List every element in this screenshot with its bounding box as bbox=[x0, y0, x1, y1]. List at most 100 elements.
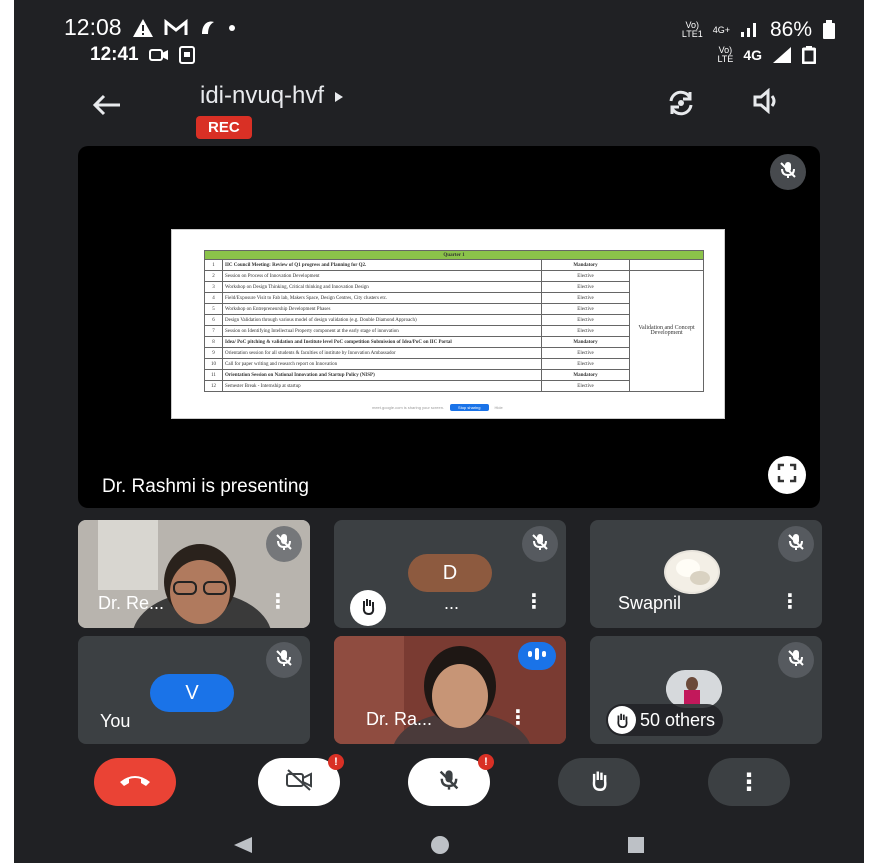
participant-name: ... bbox=[444, 593, 460, 613]
recording-badge: REC bbox=[196, 116, 252, 139]
participant-tile-others[interactable]: 50 others bbox=[590, 636, 822, 744]
share-notice-text: meet.google.com is sharing your screen. bbox=[372, 405, 445, 410]
fullscreen-icon bbox=[777, 463, 797, 488]
volte-icon: Vo) LTE1 bbox=[682, 21, 703, 39]
row-num: 10 bbox=[204, 358, 223, 370]
row-category: Elective bbox=[541, 292, 630, 304]
table-row: 1 IIC Council Meeting: Review of Q1 progr… bbox=[204, 259, 704, 271]
table-row: 12 Semester Break - Internship at startup… bbox=[204, 380, 704, 392]
end-call-button[interactable] bbox=[94, 758, 176, 806]
meeting-title[interactable]: idi-nvuq-hvf bbox=[200, 82, 344, 110]
row-category: Elective bbox=[541, 380, 630, 392]
participant-name: Dr. Re... bbox=[98, 593, 165, 613]
row-category: Elective bbox=[541, 325, 630, 337]
mic-warning-badge: ! bbox=[478, 754, 494, 770]
hide-button[interactable]: Hide bbox=[495, 405, 503, 410]
more-options-icon: ⋮ bbox=[737, 768, 761, 796]
others-count: 50 others bbox=[640, 709, 716, 730]
row-num: 4 bbox=[204, 292, 223, 304]
row-title: Session on Identifying Intellectual Prop… bbox=[222, 325, 542, 337]
participant-tile-dr-re[interactable]: Dr. Re... ⋮ bbox=[78, 520, 310, 628]
presentation-stage[interactable]: Quarter 1 1 IIC Council Meeting: Review o… bbox=[78, 146, 820, 508]
speaker-icon bbox=[752, 87, 782, 120]
video-recorder-icon bbox=[148, 48, 169, 62]
camera-warning-badge: ! bbox=[328, 754, 344, 770]
more-vert-icon: ⋮ bbox=[508, 707, 528, 729]
status-bar-right-1: Vo) LTE1 4G+ 86% bbox=[682, 18, 836, 42]
participant-mic-off bbox=[266, 642, 302, 678]
volte-bottom-2: LTE bbox=[717, 54, 734, 64]
row-title: IIC Council Meeting: Review of Q1 progre… bbox=[222, 259, 542, 271]
slide-table: Quarter 1 1 IIC Council Meeting: Review o… bbox=[204, 250, 704, 392]
more-options-button[interactable]: ⋮ bbox=[708, 758, 790, 806]
square-recents-icon bbox=[626, 837, 646, 859]
row-title: Workshop on Design Thinking, Critical th… bbox=[222, 281, 542, 293]
participant-mic-off bbox=[266, 526, 302, 562]
participant-tile-dr-ra[interactable]: Dr. Ra... ⋮ bbox=[334, 636, 566, 744]
table-row: 2 Session on Process of Innovation Develo… bbox=[204, 270, 704, 392]
avatar: D bbox=[408, 554, 492, 592]
share-notice-bar: meet.google.com is sharing your screen. … bbox=[372, 403, 562, 412]
alert-triangle-icon bbox=[132, 18, 154, 38]
row-num: 3 bbox=[204, 281, 223, 293]
slide-header: Quarter 1 bbox=[204, 250, 704, 260]
row-num: 7 bbox=[204, 325, 223, 337]
app-notification-icon bbox=[198, 18, 218, 38]
nav-recents-button[interactable] bbox=[626, 835, 646, 860]
mic-toggle-button[interactable]: ! bbox=[408, 754, 494, 806]
raised-hand-indicator bbox=[608, 706, 636, 734]
nav-back-button[interactable] bbox=[232, 836, 254, 859]
fullscreen-button[interactable] bbox=[768, 456, 806, 494]
triangle-back-icon bbox=[232, 837, 254, 858]
participant-tile-d[interactable]: D ... ⋮ bbox=[334, 520, 566, 628]
mic-off-icon bbox=[530, 532, 550, 557]
side-label: Validation and Concept Development bbox=[629, 270, 704, 392]
switch-camera-button[interactable] bbox=[666, 88, 696, 125]
row-num: 1 bbox=[204, 259, 223, 271]
row-title: Workshop on Entrepreneurship Development… bbox=[222, 303, 542, 315]
row-num: 6 bbox=[204, 314, 223, 326]
mic-off-icon bbox=[437, 768, 461, 797]
row-category: Mandatory bbox=[541, 369, 630, 381]
stop-sharing-button[interactable]: Stop sharing bbox=[450, 404, 489, 411]
row-title: Orientation session for all students & f… bbox=[222, 347, 542, 359]
camera-off-icon bbox=[285, 768, 313, 797]
row-side bbox=[629, 259, 704, 271]
row-title: Semester Break - Internship at startup bbox=[222, 380, 542, 392]
mic-off-icon bbox=[778, 160, 798, 185]
row-title: Orientation Session on National Innovati… bbox=[222, 369, 542, 381]
table-row: 6 Design Validation through various model… bbox=[204, 314, 704, 326]
raise-hand-button[interactable] bbox=[558, 758, 640, 806]
shared-slide: Quarter 1 1 IIC Council Meeting: Review o… bbox=[171, 229, 725, 419]
row-num: 2 bbox=[204, 270, 223, 282]
participant-tile-swapnil[interactable]: Swapnil ⋮ bbox=[590, 520, 822, 628]
participant-name: Dr. Ra... bbox=[366, 709, 433, 729]
status-bar-left-2: 12:41 bbox=[90, 44, 195, 66]
back-button[interactable] bbox=[92, 88, 122, 125]
gmail-icon bbox=[164, 18, 188, 37]
table-row: 3 Workshop on Design Thinking, Critical t… bbox=[204, 281, 704, 293]
table-row: 5 Workshop on Entrepreneurship Developmen… bbox=[204, 303, 704, 315]
avatar: V bbox=[150, 674, 234, 712]
signal-icon bbox=[740, 22, 760, 38]
audio-output-button[interactable] bbox=[752, 87, 782, 121]
meeting-code: idi-nvuq-hvf bbox=[200, 82, 325, 109]
more-vert-icon: ⋮ bbox=[268, 591, 288, 613]
participant-menu-button[interactable]: ⋮ bbox=[508, 705, 528, 730]
raised-hand-indicator bbox=[350, 590, 386, 626]
screen-share-status-icon bbox=[178, 46, 195, 64]
others-count-chip: 50 others bbox=[606, 704, 724, 736]
participant-menu-button[interactable]: ⋮ bbox=[268, 589, 288, 614]
participant-mic-off bbox=[778, 642, 814, 678]
more-vert-icon: ⋮ bbox=[524, 591, 544, 613]
signal-triangle-icon bbox=[772, 46, 792, 64]
participant-tile-you[interactable]: V You bbox=[78, 636, 310, 744]
row-category: Mandatory bbox=[541, 336, 630, 348]
status-bar-right-2: Vo) LTE 4G bbox=[717, 46, 816, 64]
participant-menu-button[interactable]: ⋮ bbox=[780, 589, 800, 614]
participant-menu-button[interactable]: ⋮ bbox=[524, 589, 544, 614]
row-num: 8 bbox=[204, 336, 223, 348]
nav-home-button[interactable] bbox=[429, 834, 451, 861]
row-category: Mandatory bbox=[541, 259, 630, 271]
camera-toggle-button[interactable]: ! bbox=[258, 754, 344, 806]
